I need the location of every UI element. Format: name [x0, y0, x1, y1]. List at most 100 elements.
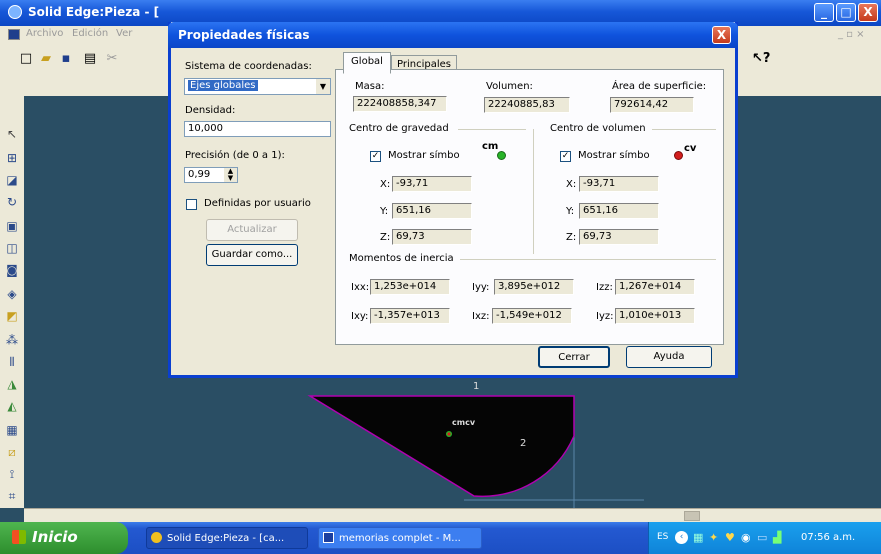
task-memorias[interactable]: memorias complet - M... [318, 527, 482, 549]
task-solid-edge[interactable]: Solid Edge:Pieza - [ca... [146, 527, 308, 549]
maximize-button[interactable]: □ [836, 3, 856, 22]
coord-system-label: Sistema de coordenadas: [185, 61, 312, 72]
area-value: 792614,42 [610, 97, 694, 113]
cov-symbol-dot [674, 151, 683, 160]
open-folder-icon[interactable]: ▰ [38, 52, 54, 66]
save-icon[interactable]: ▪ [58, 52, 74, 66]
menu-ver[interactable]: Ver [116, 28, 132, 39]
cog-y-label: Y: [380, 206, 389, 217]
sketch-icon[interactable]: ⊞ [4, 150, 20, 166]
rib-icon[interactable]: ◩ [4, 308, 20, 324]
precision-spinner[interactable]: ▲ ▼ [224, 168, 237, 182]
cog-show-symbol-checkbox[interactable]: ✓ [370, 151, 381, 162]
cov-z-label: Z: [566, 232, 577, 243]
doc-icon [8, 29, 20, 40]
revolve-icon[interactable]: ↻ [4, 194, 20, 210]
mirror-icon[interactable]: ⫴ [4, 354, 20, 370]
solid-edge-task-icon [151, 532, 162, 543]
help-pointer-icon[interactable]: ↖? [752, 52, 770, 66]
cov-show-symbol-checkbox[interactable]: ✓ [560, 151, 571, 162]
volume-value: 22240885,83 [484, 97, 570, 113]
area-label: Área de superficie: [612, 81, 707, 92]
mdi-controls[interactable]: _ ▫ × [838, 29, 865, 40]
cog-z-label: Z: [380, 232, 391, 243]
density-input[interactable]: 10,000 [184, 121, 331, 137]
chevron-down-icon[interactable]: ▼ [316, 79, 330, 94]
cutout-icon[interactable]: ▣ [4, 218, 20, 234]
ixy-label: Ixy: [351, 311, 369, 322]
tab-global[interactable]: Global [343, 52, 391, 74]
iyy-label: Iyy: [472, 282, 490, 293]
app-icon [8, 5, 22, 19]
cov-group-title: Centro de volumen [550, 123, 646, 134]
mass-value: 222408858,347 [353, 96, 447, 112]
signal-icon[interactable]: ▟ [773, 531, 781, 544]
ixz-value: -1,549e+012 [492, 308, 572, 324]
cut-icon[interactable]: ✂ [104, 52, 120, 66]
menu-archivo[interactable]: Archivo [26, 28, 63, 39]
word-task-icon [323, 532, 334, 543]
menu-edicion[interactable]: Edición [72, 28, 108, 39]
save-as-button[interactable]: Guardar como... [206, 244, 298, 266]
help-button[interactable]: Ayuda [626, 346, 712, 368]
tray-app-icon[interactable]: ✦ [709, 531, 718, 544]
cov-y-label: Y: [566, 206, 575, 217]
dialog-titlebar[interactable]: Propiedades físicas X [168, 22, 738, 48]
cog-show-symbol-label: Mostrar símbolo [388, 150, 460, 161]
language-indicator[interactable]: ES [657, 532, 668, 542]
close-window-button[interactable]: X [858, 3, 878, 22]
plane-icon[interactable]: ⧄ [4, 444, 20, 460]
new-file-icon[interactable]: □ [18, 52, 34, 66]
network-icon[interactable]: ▦ [693, 531, 703, 544]
horizontal-scrollbar[interactable] [24, 508, 881, 523]
user-defined-checkbox[interactable] [186, 199, 197, 210]
thread-icon[interactable]: ▦ [4, 422, 20, 438]
coord-system-select[interactable]: Ejes globales ▼ [184, 78, 331, 95]
round-icon[interactable]: ◙ [4, 262, 20, 278]
coordinate-icon[interactable]: ⌗ [4, 488, 20, 504]
density-label: Densidad: [185, 105, 236, 116]
scroll-thumb[interactable] [684, 511, 700, 521]
ixx-value: 1,253e+014 [370, 279, 450, 295]
tray-arrow-icon[interactable]: ‹ [675, 531, 688, 544]
minimize-button[interactable]: _ [814, 3, 834, 22]
inertia-group-title: Momentos de inercia [349, 253, 454, 264]
print-icon[interactable]: ▤ [82, 52, 98, 66]
cov-x-label: X: [566, 179, 577, 190]
protrusion-icon[interactable]: ◪ [4, 172, 20, 188]
shield-icon[interactable]: ♥ [725, 531, 735, 544]
app-title: Solid Edge:Pieza - [ [28, 5, 160, 19]
volume-label: Volumen: [486, 81, 533, 92]
system-tray: ES ‹ ▦ ✦ ♥ ◉ ▭ ▟ 07:56 a.m. [648, 522, 881, 554]
shell-icon[interactable]: ◈ [4, 286, 20, 302]
user-defined-label: Definidas por usuario [204, 198, 311, 209]
dialog-title: Propiedades físicas [178, 28, 310, 42]
draft-icon[interactable]: ◮ [4, 376, 20, 392]
update-button[interactable]: Actualizar [206, 219, 298, 241]
dialog-close-button[interactable]: X [712, 26, 731, 44]
features-toolbar: ↖ ⊞ ◪ ↻ ▣ ◫ ◙ ◈ ◩ ⁂ ⫴ ◮ ◭ ▦ ⧄ ⟟ ⌗ [0, 96, 25, 508]
clock[interactable]: 07:56 a.m. [801, 532, 855, 543]
chamfer-icon[interactable]: ◭ [4, 398, 20, 414]
vertex-label-1: 1 [473, 381, 480, 392]
coord-system-value: Ejes globales [188, 80, 258, 91]
hole-icon[interactable]: ◫ [4, 240, 20, 256]
pattern-icon[interactable]: ⁂ [4, 332, 20, 348]
cov-x-value: -93,71 [579, 176, 659, 192]
start-label: Inicio [32, 528, 78, 546]
select-arrow-icon[interactable]: ↖ [4, 126, 20, 142]
cog-group-divider [533, 129, 534, 254]
start-button[interactable]: Inicio [0, 522, 128, 554]
cog-x-label: X: [380, 179, 391, 190]
ixy-value: -1,357e+013 [370, 308, 450, 324]
cov-group-line [652, 129, 716, 130]
cog-x-value: -93,71 [392, 176, 472, 192]
cov-symbol-text: cv [684, 143, 697, 154]
volume-icon[interactable]: ◉ [741, 531, 751, 544]
inertia-group-line [460, 259, 716, 260]
izz-value: 1,267e+014 [615, 279, 695, 295]
precision-label: Precisión (de 0 a 1): [185, 150, 285, 161]
axis-icon[interactable]: ⟟ [4, 466, 20, 482]
display-icon[interactable]: ▭ [757, 531, 767, 544]
close-button[interactable]: Cerrar [538, 346, 610, 368]
